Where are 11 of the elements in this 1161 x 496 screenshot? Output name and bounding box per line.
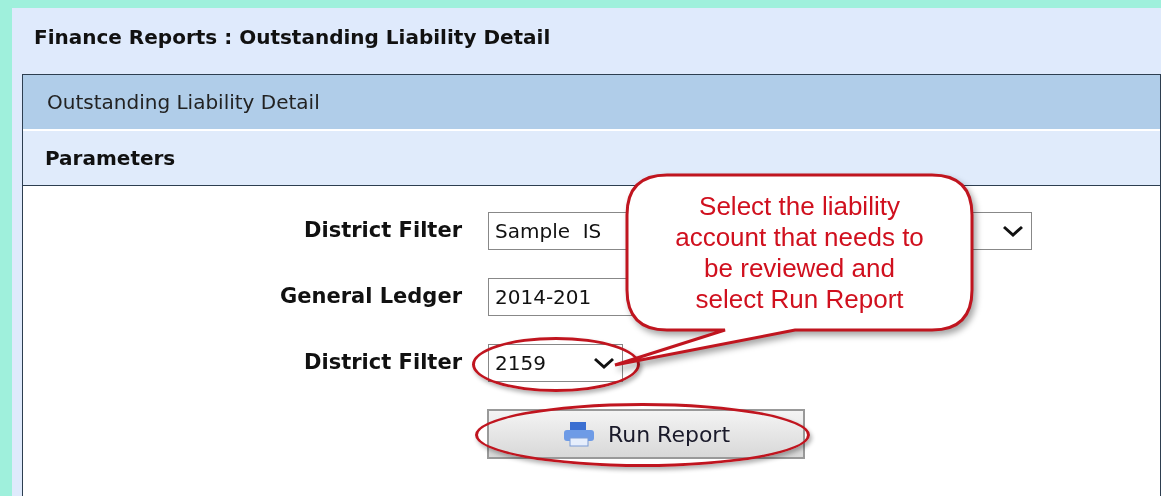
page-title: Finance Reports : Outstanding Liability Detail xyxy=(34,24,551,51)
chevron-down-icon xyxy=(592,355,616,371)
field-label: District Filter xyxy=(303,217,463,245)
field-label: District Filter xyxy=(303,349,463,377)
chevron-down-icon xyxy=(1001,223,1025,239)
select-field[interactable]: 2159 xyxy=(488,344,623,382)
field-label: General Ledger xyxy=(279,283,463,311)
panel-title: Outstanding Liability Detail xyxy=(47,89,320,116)
run-report-button[interactable]: Run Report xyxy=(487,409,805,459)
section-title: Parameters xyxy=(45,145,176,172)
printer-icon xyxy=(561,420,596,448)
